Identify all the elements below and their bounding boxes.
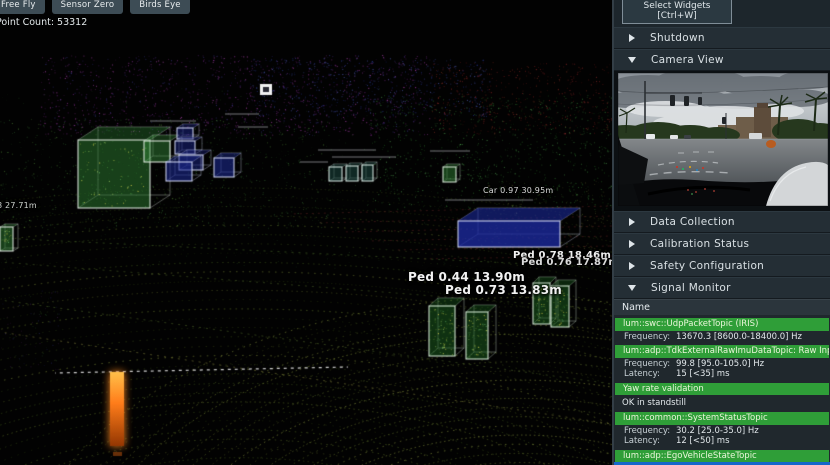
metric-label: Frequency: [614, 426, 676, 437]
metric-label: Latency: [614, 369, 676, 380]
section-safety-configuration[interactable]: Safety Configuration [614, 255, 830, 277]
widget-sidebar: Select Widgets [Ctrl+W] Shutdown Camera … [612, 0, 830, 465]
metric-label: Frequency: [614, 332, 676, 343]
chevron-right-icon [629, 240, 635, 248]
signal-status-bar: lum::common::SystemStatusTopic [615, 412, 829, 425]
detection-label-left-edge: 8 27.71m [0, 201, 37, 210]
signal-monitor-list: lum::swc::UdpPacketTopic (IRIS) Frequenc… [614, 315, 830, 465]
detection-label-ped4: Ped 0.76 17.87m [521, 257, 612, 268]
section-signal-monitor[interactable]: Signal Monitor [614, 277, 830, 299]
metric-value: 13670.3 [8600.0-18400.0] Hz [676, 332, 802, 343]
metric-value: 15 [<35] ms [676, 369, 730, 380]
point-cloud-canvas[interactable] [0, 0, 612, 465]
section-calibration-status[interactable]: Calibration Status [614, 233, 830, 255]
chevron-right-icon [629, 262, 635, 270]
signal-status-bar: lum::adp::EgoVehicleStateTopic [615, 450, 829, 463]
signal-status-bar: lum::adp::TdkExternalRawImuDataTopic: Ra… [615, 345, 829, 358]
section-data-collection[interactable]: Data Collection [614, 211, 830, 233]
sensor-zero-button[interactable]: Sensor Zero [52, 0, 124, 14]
detection-label-ped1: Ped 0.44 13.90m [408, 270, 525, 284]
metric-value: 30.2 [25.0-35.0] Hz [676, 426, 759, 437]
metric-label: Frequency: [614, 359, 676, 370]
lidar-viewport: Free Fly Sensor Zero Birds Eye Point Cou… [0, 0, 612, 465]
detection-label-ped2: Ped 0.73 13.83m [445, 283, 562, 297]
metric-value: 99.8 [95.0-105.0] Hz [676, 359, 764, 370]
signal-row: Yaw rate validation OK in standstill [614, 383, 830, 410]
metric-value: 12 [<50] ms [676, 436, 730, 447]
perception-app-window: Free Fly Sensor Zero Birds Eye Point Cou… [0, 0, 830, 465]
section-label: Shutdown [650, 32, 705, 44]
camera-view-image [618, 73, 828, 206]
camera-view-panel [614, 71, 830, 211]
signal-name-header: Name [614, 299, 830, 315]
section-label: Signal Monitor [651, 282, 731, 294]
signal-status-bar: Yaw rate validation [615, 383, 829, 396]
section-label: Safety Configuration [650, 260, 764, 272]
signal-row: lum::adp::TdkExternalRawImuDataTopic: Ra… [614, 345, 830, 380]
dashcam-frame [618, 73, 828, 206]
select-widgets-button[interactable]: Select Widgets [Ctrl+W] [622, 0, 732, 24]
chevron-right-icon [629, 34, 635, 42]
section-label: Camera View [651, 54, 724, 66]
section-label: Data Collection [650, 216, 735, 228]
signal-row: lum::swc::UdpPacketTopic (IRIS) Frequenc… [614, 318, 830, 342]
detection-label-car: Car 0.97 30.95m [483, 186, 553, 195]
chevron-right-icon [629, 218, 635, 226]
signal-row: lum::common::SystemStatusTopic Frequency… [614, 412, 830, 447]
section-camera-view[interactable]: Camera View [614, 49, 830, 71]
birds-eye-button[interactable]: Birds Eye [130, 0, 190, 14]
signal-note: OK in standstill [614, 396, 830, 409]
viewport-toolbar: Free Fly Sensor Zero Birds Eye [0, 0, 190, 14]
point-count-readout: Point Count: 53312 [0, 17, 87, 28]
chevron-down-icon [628, 285, 636, 291]
metric-label: Latency: [614, 436, 676, 447]
section-shutdown[interactable]: Shutdown [614, 27, 830, 49]
chevron-down-icon [628, 57, 636, 63]
free-fly-button[interactable]: Free Fly [0, 0, 45, 14]
section-label: Calibration Status [650, 238, 749, 250]
signal-status-bar: lum::swc::UdpPacketTopic (IRIS) [615, 318, 829, 331]
